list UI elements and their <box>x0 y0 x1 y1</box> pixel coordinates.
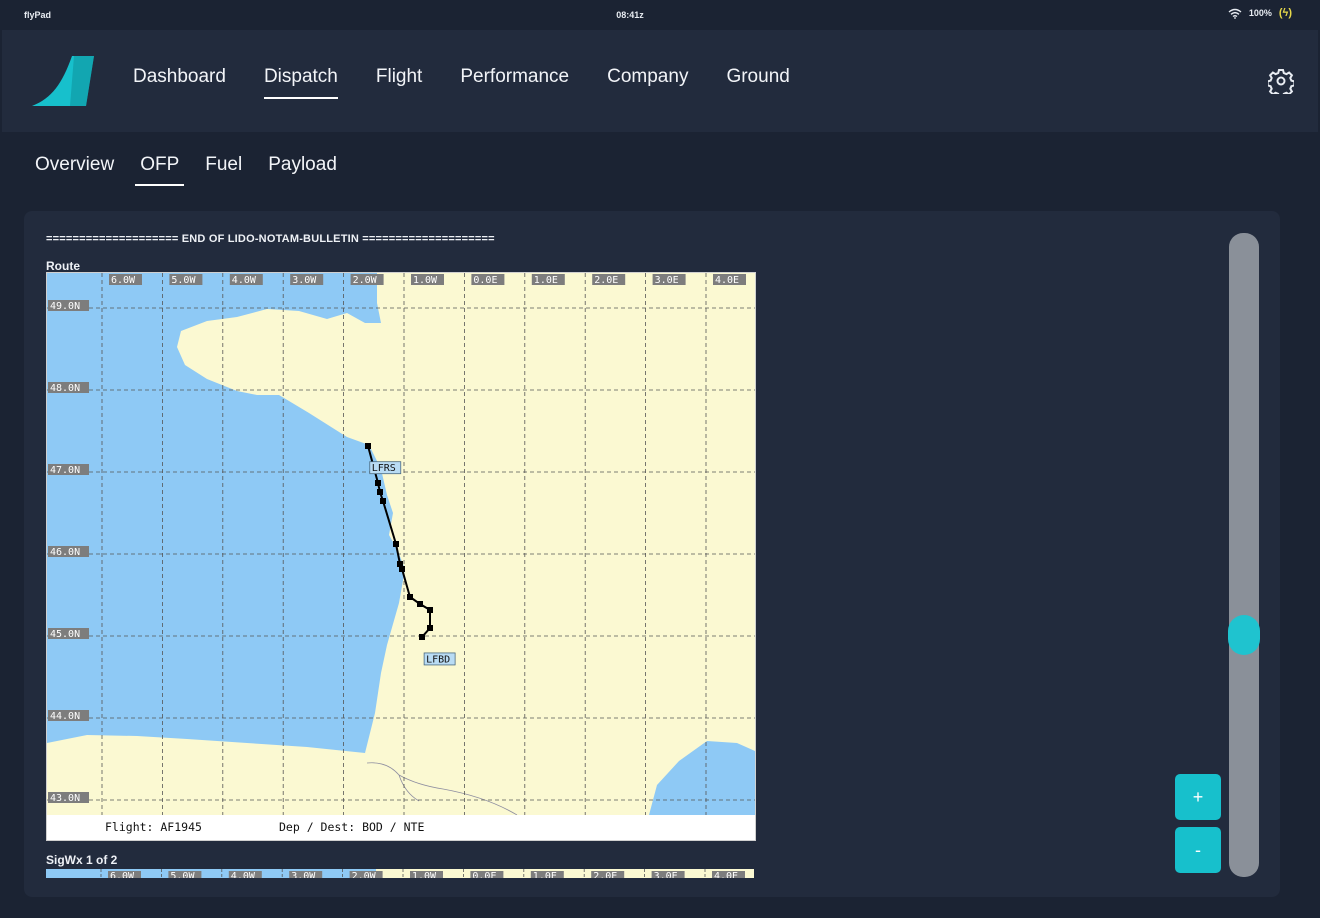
airport-label: LFBD <box>426 654 450 665</box>
scrollbar-track[interactable] <box>1229 233 1259 877</box>
dispatch-subtabs: Overview OFP Fuel Payload <box>22 150 350 190</box>
route-fix <box>399 566 405 572</box>
sigwx-lon-label: 6.0W <box>110 871 135 878</box>
flight-number: Flight: AF1945 <box>105 820 202 834</box>
status-clock: 08:41z <box>616 10 644 20</box>
lat-label: 44.0N <box>50 711 80 722</box>
lon-label: 4.0E <box>715 275 739 286</box>
sigwx-lon-label: 1.0E <box>533 871 557 878</box>
lon-label: 3.0W <box>292 275 317 286</box>
route-fix <box>427 625 433 631</box>
lat-label: 43.0N <box>50 793 80 804</box>
main-tabs: Dashboard Dispatch Flight Performance Co… <box>114 62 809 102</box>
route-fix <box>380 498 386 504</box>
status-right: 100% (ϟ) <box>1228 7 1292 19</box>
route-fix <box>427 607 433 613</box>
lon-label: 1.0E <box>534 275 558 286</box>
subtab-fuel[interactable]: Fuel <box>192 150 255 190</box>
lon-label: 1.0W <box>413 275 438 286</box>
sigwx-lon-label: 5.0W <box>170 871 195 878</box>
lat-label: 48.0N <box>50 383 80 394</box>
sigwx-lon-label: 3.0E <box>654 871 678 878</box>
sigwx-map-preview: 6.0W 5.0W 4.0W 3.0W 2.0W 1.0W 0.0E 1.0E 2.0E 3.0E… <box>46 867 754 878</box>
sigwx-title: SigWx 1 of 2 <box>46 853 118 867</box>
sigwx-lon-label: 0.0E <box>472 871 496 878</box>
ofp-panel[interactable]: ==================== END OF LIDO-NOTAM-B… <box>24 211 1280 897</box>
battery-charging-icon: (ϟ) <box>1278 7 1292 19</box>
sigwx-lon-label: 4.0E <box>714 871 738 878</box>
route-fix <box>419 634 425 640</box>
lon-label: 0.0E <box>473 275 497 286</box>
top-navigation: Dashboard Dispatch Flight Performance Co… <box>2 30 1318 132</box>
scrollbar-thumb[interactable] <box>1228 615 1260 655</box>
route-fix <box>365 443 371 449</box>
lat-label: 49.0N <box>50 301 80 312</box>
tab-dispatch[interactable]: Dispatch <box>245 62 357 102</box>
sigwx-lon-label: 2.0W <box>352 871 377 878</box>
wifi-icon <box>1228 8 1242 19</box>
route-map-canvas: 6.0W 5.0W 4.0W 3.0W 2.0W 1.0W 0.0E 1.0E 2.0E 3.0E… <box>47 273 755 815</box>
lon-label: 2.0W <box>353 275 378 286</box>
lat-label: 46.0N <box>50 547 80 558</box>
route-map: 6.0W 5.0W 4.0W 3.0W 2.0W 1.0W 0.0E 1.0E 2.0E 3.0E… <box>46 272 756 841</box>
tab-dashboard[interactable]: Dashboard <box>114 62 245 102</box>
lon-label: 5.0W <box>171 275 196 286</box>
lon-label: 6.0W <box>111 275 136 286</box>
lon-label: 3.0E <box>655 275 679 286</box>
route-fix <box>407 594 413 600</box>
tab-ground[interactable]: Ground <box>707 62 808 102</box>
flypad-logo-icon <box>32 56 94 106</box>
airport-label: LFRS <box>372 463 396 474</box>
lon-label: 4.0W <box>232 275 257 286</box>
route-fix <box>417 601 423 607</box>
subtab-overview[interactable]: Overview <box>22 150 127 190</box>
tab-company[interactable]: Company <box>588 62 707 102</box>
lat-label: 45.0N <box>50 629 80 640</box>
gear-icon[interactable] <box>1268 68 1294 94</box>
route-fix <box>377 489 383 495</box>
map-caption: Flight: AF1945 Dep / Dest: BOD / NTE <box>47 815 755 839</box>
tab-performance[interactable]: Performance <box>441 62 588 102</box>
battery-level: 100% <box>1248 8 1272 18</box>
sigwx-lon-label: 4.0W <box>231 871 256 878</box>
route-map-title: Route <box>46 259 80 273</box>
notam-bulletin-end: ==================== END OF LIDO-NOTAM-B… <box>46 233 495 245</box>
status-bar: flyPad 08:41z 100% (ϟ) <box>0 0 1320 30</box>
lon-label: 2.0E <box>594 275 618 286</box>
sigwx-lon-label: 3.0W <box>291 871 316 878</box>
route-fix <box>393 541 399 547</box>
route-fix <box>375 480 381 486</box>
tab-flight[interactable]: Flight <box>357 62 441 102</box>
lat-label: 47.0N <box>50 465 80 476</box>
subtab-payload[interactable]: Payload <box>255 150 350 190</box>
subtab-ofp[interactable]: OFP <box>127 150 192 190</box>
zoom-in-button[interactable]: + <box>1175 774 1221 820</box>
sigwx-lon-label: 2.0E <box>593 871 617 878</box>
zoom-out-button[interactable]: - <box>1175 827 1221 873</box>
sigwx-lon-label: 1.0W <box>412 871 437 878</box>
dep-dest: Dep / Dest: BOD / NTE <box>279 820 425 834</box>
